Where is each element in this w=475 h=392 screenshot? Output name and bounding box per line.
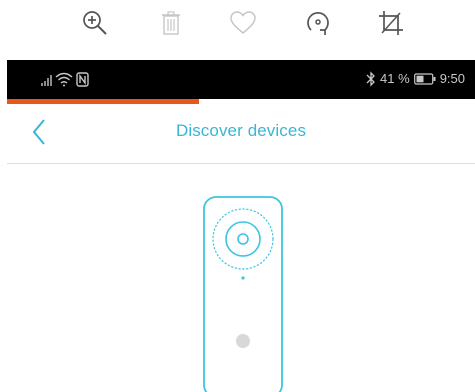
- heart-icon: [230, 11, 256, 34]
- battery-icon: [413, 73, 436, 85]
- status-bar-left: [39, 70, 99, 88]
- wifi-icon: [55, 72, 73, 87]
- crop-icon: [379, 11, 403, 35]
- status-bar-right: 41 % 9:50: [366, 71, 465, 87]
- status-bar: 41 % 9:50: [7, 60, 475, 99]
- status-time: 9:50: [439, 71, 465, 86]
- image-viewer-toolbar: [0, 0, 475, 60]
- delete-button[interactable]: [156, 8, 186, 38]
- favorite-button[interactable]: [228, 8, 258, 38]
- zoom-in-icon: [83, 11, 107, 35]
- page-title: Discover devices: [175, 121, 307, 140]
- trash-icon: [162, 11, 180, 35]
- bluetooth-icon: [366, 71, 375, 87]
- signal-icon: [41, 75, 52, 86]
- rotate-icon: [307, 12, 329, 35]
- battery-percentage: 41 %: [380, 71, 410, 86]
- nfc-icon: [76, 72, 89, 87]
- zoom-in-button[interactable]: [80, 8, 110, 38]
- doorbell-illustration: [201, 194, 287, 392]
- rotate-button[interactable]: [303, 8, 333, 38]
- app-header: Discover devices: [7, 104, 475, 163]
- header-divider: [7, 163, 475, 164]
- crop-button[interactable]: [376, 8, 406, 38]
- video-doorbell-icon: [203, 196, 283, 392]
